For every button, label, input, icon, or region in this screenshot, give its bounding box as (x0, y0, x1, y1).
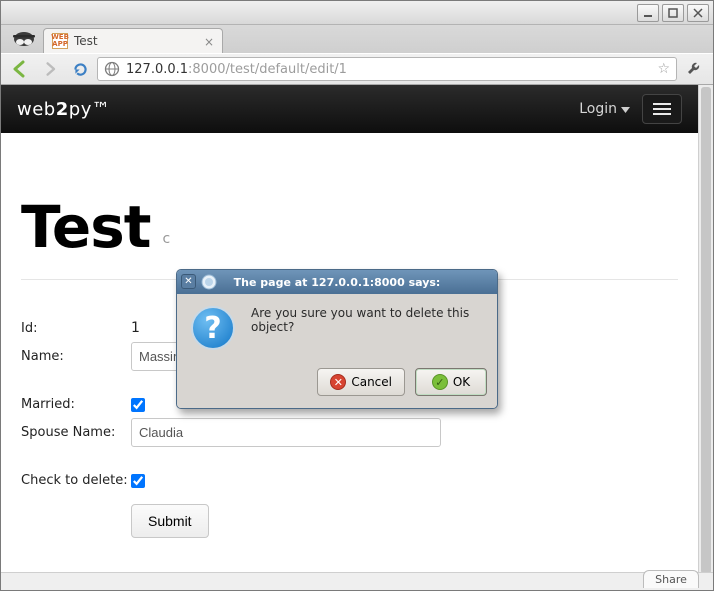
vertical-scrollbar[interactable] (698, 85, 713, 572)
ok-label: OK (453, 375, 470, 389)
browser-toolbar: 127.0.0.1:8000/test/default/edit/1 ☆ (1, 53, 713, 85)
cancel-label: Cancel (351, 375, 392, 389)
dialog-titlebar: ✕ The page at 127.0.0.1:8000 says: (177, 270, 497, 294)
ok-button[interactable]: ✓ OK (415, 368, 487, 396)
bookmark-star-icon[interactable]: ☆ (657, 61, 670, 77)
window-close-button[interactable] (687, 4, 709, 22)
page-hero: Test c (21, 193, 678, 280)
login-dropdown[interactable]: Login (579, 101, 630, 117)
page-subtitle: c (162, 231, 170, 247)
brand-bar: web2py™ Login (1, 85, 698, 133)
browser-tab[interactable]: WEB APP Test × (43, 28, 223, 53)
tab-close-icon[interactable]: × (204, 35, 214, 49)
browser-chrome: WEB APP Test × 127.0.0.1:8000/test/de (1, 25, 713, 590)
delete-label: Check to delete: (21, 473, 131, 488)
os-window: WEB APP Test × 127.0.0.1:8000/test/de (0, 0, 714, 591)
hamburger-menu-button[interactable] (642, 94, 682, 124)
caret-down-icon (621, 101, 630, 117)
share-tab[interactable]: Share (643, 570, 699, 588)
spouse-input[interactable] (131, 418, 441, 447)
login-label: Login (579, 101, 617, 117)
back-button[interactable] (7, 57, 33, 81)
spouse-label: Spouse Name: (21, 425, 131, 440)
id-value: 1 (131, 320, 140, 336)
dialog-body: ? Are you sure you want to delete this o… (177, 294, 497, 360)
married-label: Married: (21, 397, 131, 412)
status-bar (1, 572, 713, 590)
url-bar[interactable]: 127.0.0.1:8000/test/default/edit/1 ☆ (97, 57, 677, 81)
row-spouse: Spouse Name: (21, 418, 678, 447)
row-delete: Check to delete: (21, 473, 678, 488)
name-label: Name: (21, 349, 131, 364)
tab-title: Test (74, 34, 98, 48)
dialog-close-button[interactable]: ✕ (181, 274, 196, 289)
forward-button[interactable] (37, 57, 63, 81)
dialog-message: Are you sure you want to delete this obj… (251, 306, 481, 350)
hamburger-icon (653, 108, 671, 110)
ok-icon: ✓ (432, 374, 448, 390)
delete-checkbox[interactable] (131, 474, 145, 488)
reload-button[interactable] (67, 57, 93, 81)
favicon-icon: WEB APP (52, 33, 68, 49)
content-area: web2py™ Login Test (1, 85, 713, 590)
url-text: 127.0.0.1:8000/test/default/edit/1 (126, 62, 653, 77)
window-titlebar (1, 1, 713, 25)
dialog-app-icon (201, 274, 217, 290)
incognito-icon (7, 27, 41, 53)
cancel-icon: ✕ (330, 374, 346, 390)
cancel-button[interactable]: ✕ Cancel (317, 368, 405, 396)
question-icon: ? (191, 306, 235, 350)
globe-icon (104, 61, 120, 77)
wrench-menu-button[interactable] (681, 57, 707, 81)
brand-logo: web2py™ (17, 99, 110, 120)
id-label: Id: (21, 321, 131, 336)
confirm-dialog: ✕ The page at 127.0.0.1:8000 says: ? Are… (176, 269, 498, 409)
tab-strip: WEB APP Test × (1, 25, 713, 53)
window-minimize-button[interactable] (637, 4, 659, 22)
submit-button[interactable]: Submit (131, 504, 209, 538)
page-title: Test (21, 193, 150, 261)
window-maximize-button[interactable] (662, 4, 684, 22)
scrollbar-thumb[interactable] (701, 87, 711, 574)
dialog-buttons: ✕ Cancel ✓ OK (177, 360, 497, 408)
dialog-title: The page at 127.0.0.1:8000 says: (234, 276, 441, 289)
married-checkbox[interactable] (131, 398, 145, 412)
